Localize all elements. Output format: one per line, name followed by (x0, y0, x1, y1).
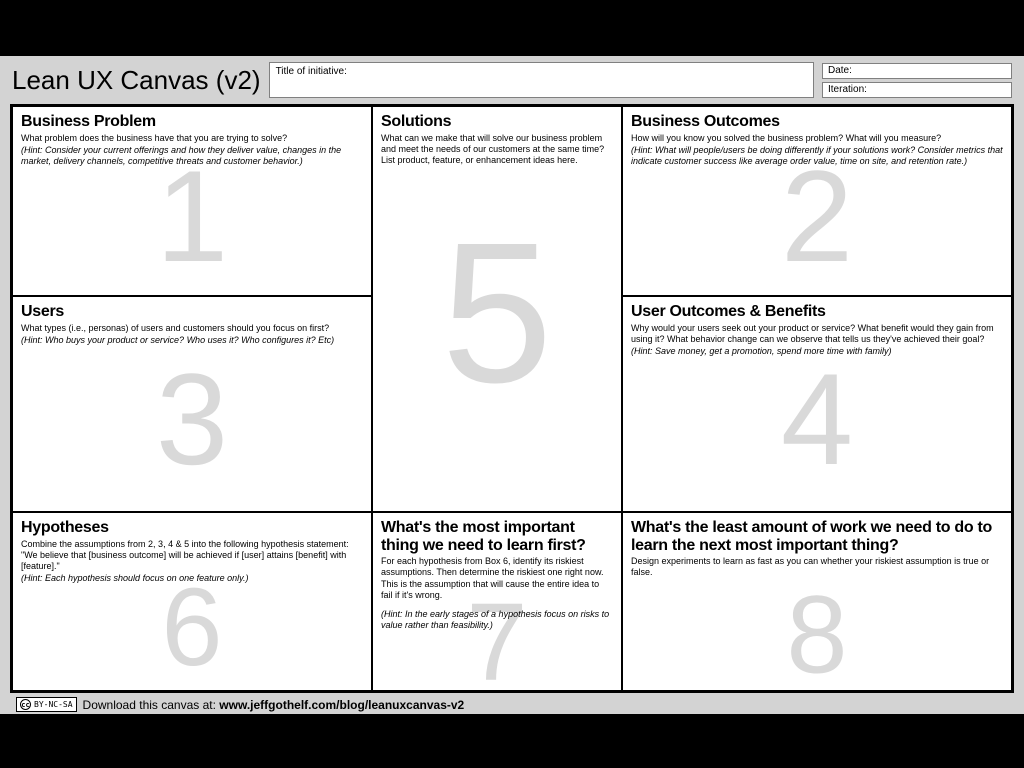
box-lead: For each hypothesis from Box 6, identify… (381, 556, 613, 601)
meta-fields: Date: Iteration: (822, 63, 1012, 98)
download-url: www.jeffgothelf.com/blog/leanuxcanvas-v2 (219, 698, 464, 712)
box-title: Business Problem (21, 113, 363, 131)
box-hint: (Hint: Who buys your product or service?… (21, 335, 363, 346)
box-title: User Outcomes & Benefits (631, 303, 1003, 321)
box-hint: (Hint: Save money, get a promotion, spen… (631, 346, 1003, 357)
box-title: Solutions (381, 113, 613, 131)
box-title: What's the most important thing we need … (381, 519, 613, 554)
box-hypotheses[interactable]: 6 Hypotheses Combine the assumptions fro… (12, 512, 372, 691)
cc-license-icon: cc BY-NC-SA (16, 697, 77, 712)
footer: cc BY-NC-SA Download this canvas at: www… (10, 693, 1014, 714)
box-lead: Why would your users seek out your produ… (631, 323, 1003, 346)
download-text: Download this canvas at: www.jeffgothelf… (83, 698, 465, 712)
box-lead: What types (i.e., personas) of users and… (21, 323, 363, 334)
box-users[interactable]: 3 Users What types (i.e., personas) of u… (12, 296, 372, 512)
box-title: Users (21, 303, 363, 321)
box-number: 4 (781, 344, 853, 494)
box-hint: (Hint: What will people/users be doing d… (631, 145, 1003, 168)
box-lead: What problem does the business have that… (21, 133, 363, 144)
cc-text: BY-NC-SA (34, 700, 73, 709)
box-number: 8 (786, 571, 847, 691)
box-title: Business Outcomes (631, 113, 1003, 131)
box-lead: How will you know you solved the busines… (631, 133, 1003, 144)
box-solutions[interactable]: 5 Solutions What can we make that will s… (372, 106, 622, 512)
download-lead: Download this canvas at: (83, 698, 220, 712)
box-lead: Combine the assumptions from 2, 3, 4 & 5… (21, 539, 363, 573)
header: Lean UX Canvas (v2) Title of initiative:… (10, 56, 1014, 104)
canvas-grid: 1 Business Problem What problem does the… (10, 104, 1014, 693)
initiative-label: Title of initiative: (276, 66, 347, 77)
date-label: Date: (828, 65, 852, 76)
date-field[interactable]: Date: (822, 63, 1012, 79)
box-title: Hypotheses (21, 519, 363, 537)
iteration-label: Iteration: (828, 84, 867, 95)
box-user-outcomes[interactable]: 4 User Outcomes & Benefits Why would you… (622, 296, 1012, 512)
box-hint: (Hint: In the early stages of a hypothes… (381, 609, 613, 632)
canvas-sheet: Lean UX Canvas (v2) Title of initiative:… (0, 56, 1024, 714)
iteration-field[interactable]: Iteration: (822, 82, 1012, 98)
box-lead: What can we make that will solve our bus… (381, 133, 613, 167)
box-number: 3 (156, 344, 228, 494)
box-hint: (Hint: Each hypothesis should focus on o… (21, 573, 363, 584)
page-title: Lean UX Canvas (v2) (12, 65, 261, 96)
letterbox-top (0, 0, 1024, 56)
cc-logo-icon: cc (20, 699, 31, 710)
box-lead: Design experiments to learn as fast as y… (631, 556, 1003, 579)
box-number: 5 (441, 199, 552, 429)
letterbox-bottom (0, 714, 1024, 768)
box-least-work[interactable]: 8 What's the least amount of work we nee… (622, 512, 1012, 691)
box-hint: (Hint: Consider your current offerings a… (21, 145, 363, 168)
initiative-title-field[interactable]: Title of initiative: (269, 62, 814, 98)
box-business-problem[interactable]: 1 Business Problem What problem does the… (12, 106, 372, 296)
box-title: What's the least amount of work we need … (631, 519, 1003, 554)
box-business-outcomes[interactable]: 2 Business Outcomes How will you know yo… (622, 106, 1012, 296)
box-learn-first[interactable]: 7 What's the most important thing we nee… (372, 512, 622, 691)
